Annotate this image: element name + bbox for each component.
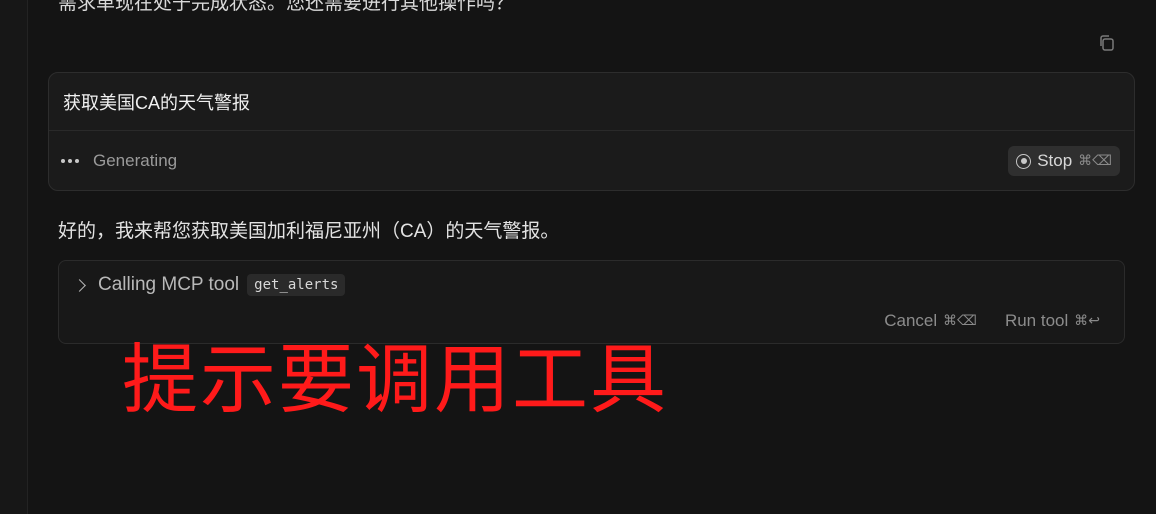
stop-shortcut: ⌘⌫ <box>1078 153 1112 169</box>
run-tool-label: Run tool <box>1004 311 1069 330</box>
composer-query-text[interactable]: 获取美国CA的天气警报 <box>49 73 1134 131</box>
generating-label: Generating <box>93 151 178 170</box>
ellipsis-icon <box>61 159 79 163</box>
previous-message-text: 需求单现在处于完成状态。您还需要进行其他操作吗？ <box>58 0 515 14</box>
cancel-shortcut: ⌘⌫ <box>943 313 977 329</box>
tool-call-actions: Cancel ⌘⌫ Run tool ⌘↩ <box>884 311 1100 331</box>
stop-button[interactable]: Stop ⌘⌫ <box>1008 146 1120 176</box>
composer-panel: 获取美国CA的天气警报 Generating Stop ⌘⌫ <box>48 72 1135 191</box>
generation-status-bar: Generating Stop ⌘⌫ <box>49 131 1134 191</box>
stop-circle-icon <box>1016 153 1032 169</box>
tool-call-title: Calling MCP tool <box>98 274 240 295</box>
left-sidebar-rail <box>0 0 28 514</box>
run-tool-button[interactable]: Run tool ⌘↩ <box>1005 311 1100 331</box>
cancel-button[interactable]: Cancel ⌘⌫ <box>884 311 977 331</box>
annotation-overlay-text: 提示要调用工具 <box>122 335 668 424</box>
stop-label: Stop <box>1037 151 1073 170</box>
run-tool-shortcut: ⌘↩ <box>1074 313 1100 329</box>
assistant-reply-text: 好的，我来帮您获取美国加利福尼亚州（CA）的天气警报。 <box>58 221 560 242</box>
copy-icon[interactable] <box>1097 33 1117 53</box>
tool-call-toggle[interactable]: Calling MCP tool get_alerts <box>73 274 346 296</box>
chevron-right-icon <box>73 278 86 292</box>
cancel-label: Cancel <box>884 311 938 330</box>
tool-name-chip: get_alerts <box>247 274 346 296</box>
